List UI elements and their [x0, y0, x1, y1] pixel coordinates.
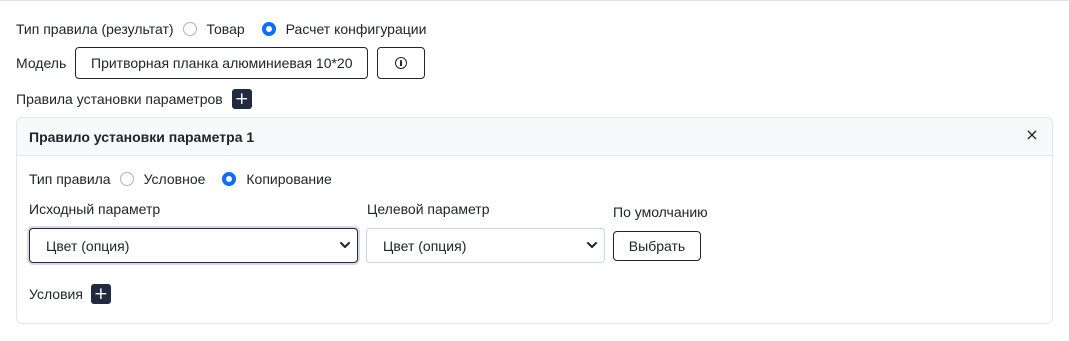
- radio-config-calc[interactable]: [261, 22, 276, 36]
- rule-card-header: Правило установки параметра 1 ×: [17, 118, 1052, 156]
- target-param-select[interactable]: Цвет (опция): [366, 228, 605, 263]
- conditions-label: Условия: [29, 286, 83, 302]
- param-rules-label: Правила установки параметров: [16, 91, 223, 107]
- radio-product-label[interactable]: Товар: [207, 21, 245, 37]
- radio-conditional-label[interactable]: Условное: [144, 171, 206, 187]
- rule-type-label: Тип правила: [29, 171, 111, 187]
- model-select-button[interactable]: Притворная планка алюминиевая 10*20: [75, 47, 369, 79]
- plus-icon: +: [234, 88, 249, 109]
- model-row: Модель Притворная планка алюминиевая 10*…: [16, 47, 426, 79]
- top-divider: [0, 0, 1069, 1]
- rule-type-row: Тип правила Условное Копирование: [29, 170, 332, 188]
- default-label: По умолчанию: [613, 204, 708, 220]
- radio-config-calc-label[interactable]: Расчет конфигурации: [286, 21, 427, 37]
- choose-default-label: Выбрать: [628, 238, 686, 254]
- close-icon[interactable]: ×: [1024, 127, 1040, 143]
- plus-icon: +: [93, 283, 109, 304]
- chevron-down-icon: [587, 241, 597, 248]
- choose-default-button[interactable]: Выбрать: [613, 231, 701, 261]
- chevron-down-icon: [340, 241, 350, 248]
- rule-card-title: Правило установки параметра 1: [29, 129, 255, 145]
- model-info-button[interactable]: [377, 47, 426, 79]
- radio-conditional[interactable]: [119, 172, 134, 186]
- radio-copy-label[interactable]: Копирование: [246, 171, 331, 187]
- source-param-label: Исходный параметр: [29, 201, 161, 217]
- rule-type-result-label: Тип правила (результат): [16, 21, 174, 37]
- target-param-label: Целевой параметр: [367, 201, 490, 217]
- rule-type-result-row: Тип правила (результат) Товар Расчет кон…: [16, 20, 426, 38]
- rule-card: Правило установки параметра 1 × Тип прав…: [16, 117, 1053, 324]
- info-circle-icon: [395, 57, 408, 69]
- radio-copy[interactable]: [222, 172, 237, 186]
- source-param-select[interactable]: Цвет (опция): [29, 228, 358, 263]
- param-rules-row: Правила установки параметров +: [16, 88, 252, 110]
- add-condition-button[interactable]: +: [90, 283, 111, 304]
- conditions-row: Условия +: [29, 283, 111, 305]
- radio-product[interactable]: [182, 22, 197, 36]
- target-param-value: Цвет (опция): [383, 237, 467, 254]
- model-value: Притворная планка алюминиевая 10*20: [91, 55, 353, 71]
- model-label: Модель: [16, 55, 67, 71]
- source-param-value: Цвет (опция): [46, 237, 130, 254]
- add-param-rule-button[interactable]: +: [231, 88, 252, 109]
